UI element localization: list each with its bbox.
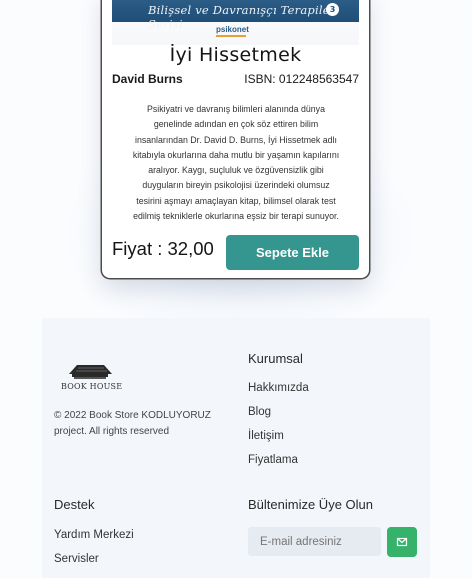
book-cover-image[interactable]: Bilişsel ve Davranışçı Terapiler Serisi … (112, 0, 359, 45)
description-line: Psikiyatri ve davranış bilimleri alanınd… (147, 104, 325, 114)
site-footer: BOOK HOUSE © 2022 Book Store KODLUYORUZ … (42, 318, 430, 578)
description-line: aralıyor. Kaygı, suçluluk ve özgüvensizl… (148, 165, 324, 176)
footer-link-services[interactable]: Servisler (54, 553, 99, 565)
description-line: insanlarından Dr. David D. Burns, İyi Hi… (135, 134, 337, 145)
description-line: genelinde adından en çok söz ettiren bil… (153, 119, 319, 130)
logo-text: BOOK HOUSE (61, 382, 123, 391)
book-price: Fiyat : 32,00 (112, 238, 214, 259)
footer-link-about[interactable]: Hakkımızda (248, 382, 309, 394)
envelope-icon (396, 537, 408, 547)
footer-link-contact[interactable]: İletişim (248, 430, 284, 442)
footer-link-help-center[interactable]: Yardım Merkezi (54, 529, 134, 541)
footer-link-pricing[interactable]: Fiyatlama (248, 454, 298, 466)
corporate-heading: Kurumsal (248, 351, 303, 366)
newsletter-heading: Bültenimize Üye Olun (248, 497, 373, 512)
copyright-text: © 2022 Book Store KODLUYORUZ project. Al… (54, 410, 211, 437)
cover-logo-underline (216, 35, 246, 37)
newsletter-subscribe-button[interactable] (387, 527, 417, 557)
support-heading: Destek (54, 497, 95, 512)
cover-series-number: 3 (326, 3, 339, 16)
book-author: David Burns (112, 72, 183, 86)
description-line: edilmiş tekniklerle okurlarına eşsiz bir… (133, 211, 339, 222)
description-line: duyguların bireyin psikolojisi üzerindek… (142, 180, 330, 191)
add-to-cart-button[interactable]: Sepete Ekle (226, 235, 359, 270)
cover-publisher-logo: psikonet (216, 25, 249, 34)
book-title: İyi Hissetmek (169, 44, 302, 66)
description-line: kitabıyla okurlarına daha mutlu bir yaşa… (132, 149, 340, 160)
book-card: Bilişsel ve Davranışçı Terapiler Serisi … (102, 0, 369, 278)
newsletter-email-input[interactable] (248, 527, 381, 556)
book-description: Psikiyatri ve davranış bilimleri alanınd… (120, 102, 352, 224)
footer-link-blog[interactable]: Blog (248, 406, 271, 418)
book-isbn: ISBN: 012248563547 (244, 72, 359, 86)
description-line: tesirini aşmayı amaçlayan kitap, bilimse… (136, 195, 336, 206)
